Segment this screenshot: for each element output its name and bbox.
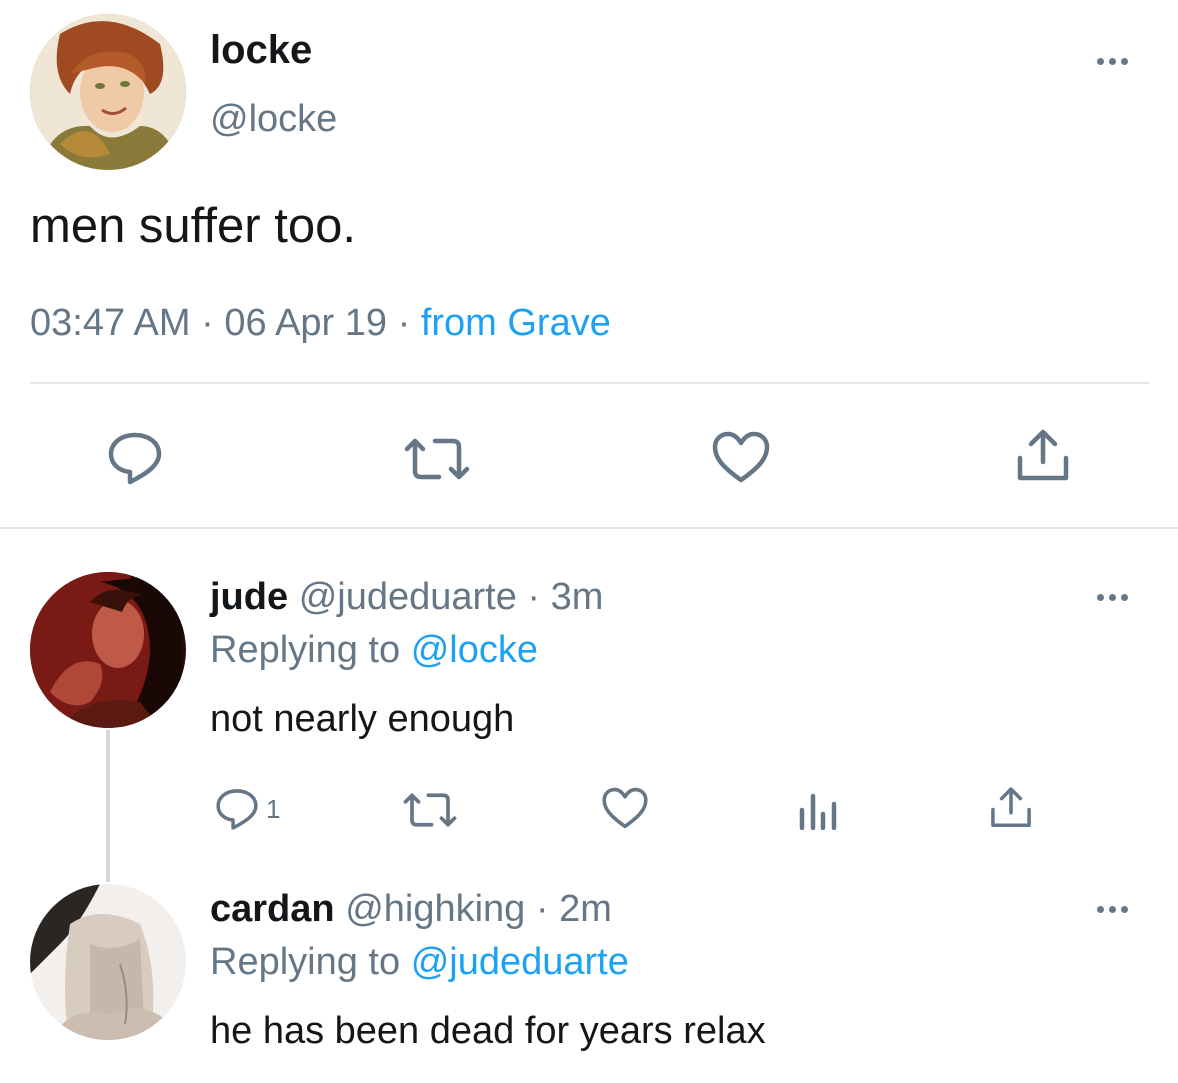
meta-separator: · bbox=[201, 302, 214, 344]
replying-to-label: Replying to bbox=[210, 629, 401, 671]
reply-handle[interactable]: @judeduarte bbox=[299, 576, 517, 618]
replying-to-link[interactable]: @judeduarte bbox=[411, 941, 629, 983]
replying-to-label: Replying to bbox=[210, 941, 401, 983]
replying-to-line: Replying to @locke bbox=[210, 629, 538, 672]
meta-separator: · bbox=[527, 576, 541, 618]
reply-header: jude @judeduarte · 3m bbox=[210, 576, 603, 619]
reply-retweet-button[interactable] bbox=[402, 792, 458, 828]
divider bbox=[30, 382, 1149, 384]
cardan-avatar[interactable] bbox=[30, 884, 186, 1040]
like-icon bbox=[602, 787, 648, 829]
reply-count: 1 bbox=[266, 793, 281, 824]
main-display-name[interactable]: locke bbox=[210, 28, 312, 73]
replying-to-link[interactable]: @locke bbox=[411, 629, 538, 671]
cardan-portrait bbox=[30, 884, 186, 1040]
reply-more-icon[interactable] bbox=[1097, 906, 1128, 913]
share-icon bbox=[1017, 429, 1069, 481]
main-tweet-date: 06 Apr 19 bbox=[224, 302, 388, 344]
main-share-button[interactable] bbox=[1014, 428, 1072, 484]
reply-icon bbox=[108, 432, 162, 485]
reply-reply-button[interactable]: 1 bbox=[214, 787, 280, 831]
reply-display-name[interactable]: jude bbox=[210, 576, 288, 618]
retweet-icon bbox=[404, 438, 470, 480]
main-tweet-source[interactable]: from Grave bbox=[421, 302, 611, 344]
divider bbox=[0, 527, 1178, 529]
main-tweet-text: men suffer too. bbox=[30, 199, 356, 253]
reply-handle[interactable]: @highking bbox=[345, 888, 525, 930]
main-more-icon[interactable] bbox=[1097, 58, 1128, 65]
thread-connector bbox=[106, 730, 110, 882]
reply-icon bbox=[216, 789, 258, 830]
main-like-button[interactable] bbox=[711, 430, 771, 484]
locke-avatar[interactable] bbox=[30, 14, 186, 170]
reply-text: he has been dead for years relax bbox=[210, 1010, 766, 1052]
meta-separator: · bbox=[397, 302, 411, 344]
reply-analytics-button[interactable] bbox=[797, 788, 839, 830]
reply-share-button[interactable] bbox=[988, 786, 1034, 830]
like-icon bbox=[712, 431, 770, 483]
locke-portrait bbox=[30, 14, 186, 170]
meta-separator: · bbox=[535, 888, 549, 930]
jude-avatar[interactable] bbox=[30, 572, 186, 728]
share-icon bbox=[991, 787, 1031, 828]
main-reply-button[interactable] bbox=[106, 430, 164, 486]
main-retweet-button[interactable] bbox=[403, 437, 471, 481]
reply-age: 2m bbox=[559, 888, 612, 930]
main-tweet-time: 03:47 AM bbox=[30, 302, 191, 344]
jude-portrait bbox=[30, 572, 186, 728]
reply-header: cardan @highking · 2m bbox=[210, 888, 612, 931]
main-handle[interactable]: @locke bbox=[210, 98, 337, 141]
reply-text: not nearly enough bbox=[210, 698, 515, 740]
reply-more-icon[interactable] bbox=[1097, 594, 1128, 601]
replying-to-line: Replying to @judeduarte bbox=[210, 941, 629, 984]
analytics-icon bbox=[799, 793, 837, 830]
main-tweet-meta: 03:47 AM · 06 Apr 19 · from Grave bbox=[30, 302, 611, 345]
reply-like-button[interactable] bbox=[601, 786, 649, 830]
reply-display-name[interactable]: cardan bbox=[210, 888, 335, 930]
reply-age: 3m bbox=[550, 576, 604, 618]
retweet-icon bbox=[403, 793, 457, 827]
